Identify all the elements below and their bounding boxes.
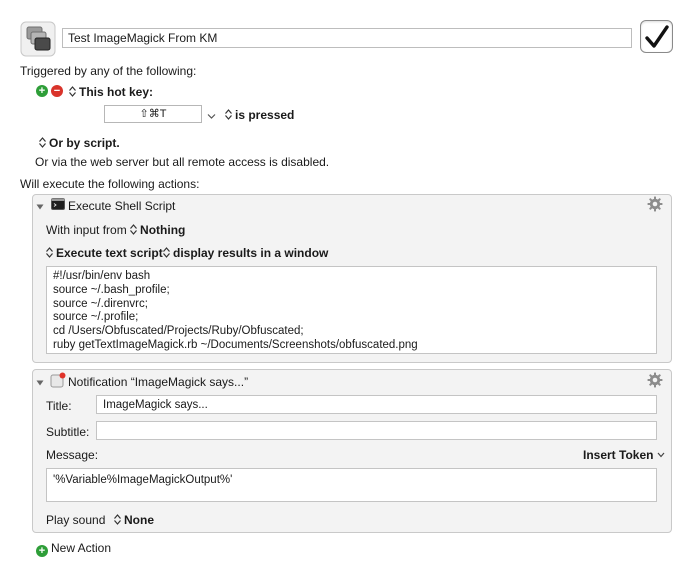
script-line: source ~/.profile;: [53, 311, 139, 324]
shell-input-value: Nothing: [140, 223, 186, 237]
actions-header: Will execute the following actions:: [20, 177, 200, 191]
hotkey-trigger-selector[interactable]: This hot key:: [69, 85, 153, 99]
chevron-down-icon: [657, 452, 665, 458]
updown-arrows-icon: [130, 224, 138, 235]
shell-settings-button[interactable]: [647, 196, 663, 215]
macro-icon: [20, 21, 56, 57]
hotkey-condition-label: is pressed: [235, 108, 295, 122]
add-trigger-button[interactable]: +: [36, 85, 48, 97]
updown-arrows-icon: [114, 514, 121, 525]
triggers-header: Triggered by any of the following:: [20, 64, 197, 78]
shell-script-editor[interactable]: #!/usr/bin/env bash source ~/.bash_profi…: [46, 266, 657, 354]
updown-arrows-icon: [69, 86, 76, 97]
shell-output-selector[interactable]: display results in a window: [163, 246, 328, 260]
updown-arrows-icon: [163, 247, 170, 258]
notification-subtitle-field[interactable]: [96, 421, 657, 440]
hotkey-field[interactable]: ⇧⌘T: [104, 105, 202, 123]
play-sound-selector[interactable]: None: [114, 513, 154, 527]
notification-action[interactable]: [32, 369, 672, 533]
macro-enabled-checkbox[interactable]: [640, 20, 673, 53]
notification-icon: [50, 372, 66, 391]
notification-message-label: Message:: [46, 448, 99, 462]
gear-icon: [647, 372, 663, 388]
notification-title-field[interactable]: ImageMagick says...: [96, 395, 657, 414]
shell-input-selector[interactable]: Nothing: [130, 223, 185, 237]
shell-mode-selector[interactable]: Execute text script: [46, 246, 163, 260]
script-line: source ~/.bash_profile;: [53, 283, 170, 296]
plus-icon: +: [36, 545, 48, 557]
hotkey-trigger-label: This hot key:: [79, 85, 154, 99]
shell-mode-value: Execute text script: [56, 246, 163, 260]
shell-input-label: With input from: [46, 223, 127, 237]
notification-action-title: Notification “ImageMagick says...”: [68, 375, 249, 389]
checkmark-icon: [645, 25, 669, 48]
updown-arrows-icon: [225, 109, 232, 120]
hotkey-dropdown-arrow[interactable]: [207, 109, 216, 123]
chevron-down-icon: [207, 114, 216, 119]
insert-token-button[interactable]: Insert Token: [583, 448, 665, 462]
gear-icon: [647, 196, 663, 212]
notification-settings-button[interactable]: [647, 372, 663, 391]
script-line: ruby getTextImageMagick.rb ~/Documents/S…: [53, 338, 418, 351]
script-trigger-label: Or by script.: [49, 136, 120, 150]
disclosure-triangle-icon: [36, 380, 44, 386]
script-line: source ~/.direnvrc;: [53, 297, 148, 310]
shell-action-title: Execute Shell Script: [68, 199, 176, 213]
updown-arrows-icon: [46, 247, 53, 258]
script-trigger-selector[interactable]: Or by script.: [39, 136, 120, 150]
script-line: cd /Users/Obfuscated/Projects/Ruby/Obfus…: [53, 325, 304, 338]
disclosure-triangle-icon: [36, 204, 44, 210]
play-sound-label: Play sound: [46, 513, 106, 527]
notification-subtitle-label: Subtitle:: [46, 425, 90, 439]
web-server-note: Or via the web server but all remote acc…: [35, 155, 330, 169]
remove-trigger-button[interactable]: −: [51, 85, 63, 97]
terminal-icon: [51, 198, 65, 213]
play-sound-value: None: [124, 513, 154, 527]
updown-arrows-icon: [39, 137, 46, 148]
macro-name-field[interactable]: Test ImageMagick From KM: [62, 28, 632, 48]
notification-collapse-toggle[interactable]: [36, 376, 44, 390]
hotkey-condition-selector[interactable]: is pressed: [225, 108, 294, 122]
notification-title-label: Title:: [46, 399, 72, 413]
insert-token-label: Insert Token: [583, 448, 654, 462]
shell-output-value: display results in a window: [173, 246, 329, 260]
shell-input-row: With input from Nothing: [46, 223, 185, 237]
new-action-label: New Action: [51, 541, 112, 555]
notification-message-field[interactable]: '%Variable%ImageMagickOutput%': [46, 468, 657, 502]
script-line: #!/usr/bin/env bash: [53, 270, 151, 282]
new-action-button[interactable]: + New Action: [36, 541, 111, 557]
shell-collapse-toggle[interactable]: [36, 200, 44, 214]
